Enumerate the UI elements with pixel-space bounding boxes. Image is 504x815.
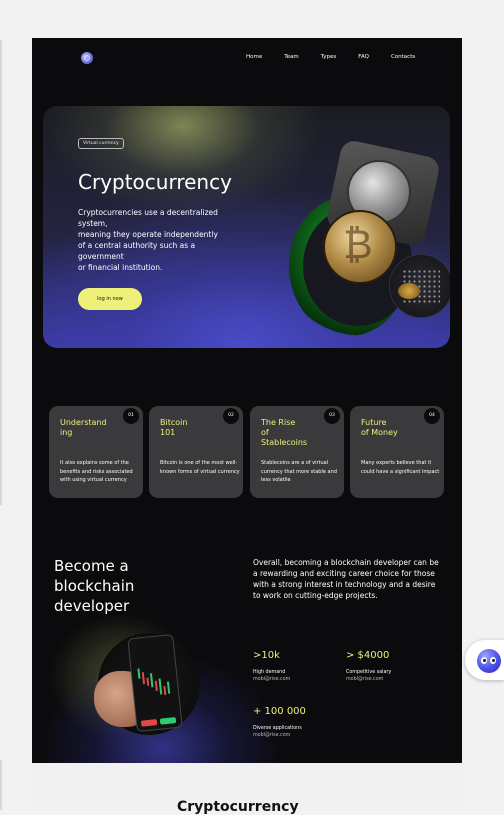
- nav-links: Home Team Types FAQ Contacts: [246, 54, 437, 60]
- crypto-coins-illustration: ₿: [279, 136, 450, 336]
- card-text: Stablecoins are a of virtual currency th…: [261, 460, 337, 483]
- buy-button-icon: [159, 717, 177, 725]
- next-section-title: Cryptocurrency: [177, 799, 299, 815]
- developer-title-line: blockchain: [54, 577, 135, 595]
- left-edge-divider-lower: [0, 760, 2, 810]
- card-number-badge: 04: [424, 408, 440, 424]
- candle-mark: [154, 680, 158, 691]
- card-text: Bitcoin is one of the most well-known fo…: [160, 460, 240, 475]
- developer-title-line: developer: [54, 597, 130, 615]
- stat-diverse-applications: + 100 000 Diverse applications mobl@rise…: [253, 706, 306, 738]
- stat-label: High demand: [253, 670, 286, 675]
- card-number-badge: 02: [223, 408, 239, 424]
- info-card-understanding[interactable]: 01 Understand ing It also explains some …: [49, 406, 143, 498]
- assistant-widget-button[interactable]: [465, 640, 504, 680]
- hero-description: Cryptocurrencies use a decentralized sys…: [78, 207, 243, 273]
- hero-title: Cryptocurrency: [78, 170, 232, 194]
- gold-coins-icon: [398, 283, 420, 299]
- info-cards: 01 Understand ing It also explains some …: [49, 406, 449, 498]
- hero-section: Virtual currency Cryptocurrency Cryptocu…: [43, 106, 450, 348]
- stat-email-link[interactable]: mobl@rise.com: [253, 733, 306, 738]
- card-title: Understand ing: [60, 418, 107, 437]
- top-nav: Home Team Types FAQ Contacts: [32, 38, 462, 78]
- candle-mark: [158, 678, 163, 695]
- card-title: Future of Money: [361, 418, 398, 437]
- stat-label: Competitive salary: [346, 670, 392, 675]
- candle-mark: [141, 672, 146, 685]
- candle-mark: [166, 681, 171, 694]
- trading-phone-image: [127, 633, 183, 733]
- hero-description-line: of a central authority such as a governm…: [78, 241, 196, 261]
- stat-high-demand: >10k High demand mobl@rise.com: [253, 650, 290, 682]
- info-card-future[interactable]: 04 Future of Money Many experts believe …: [350, 406, 444, 498]
- stat-value: + 100 000: [253, 706, 306, 717]
- card-number-badge: 03: [324, 408, 340, 424]
- left-edge-divider: [0, 40, 2, 505]
- stat-email-link[interactable]: mobl@rise.com: [346, 677, 391, 682]
- stat-value: > $4000: [346, 650, 390, 661]
- stat-value: >10k: [253, 650, 280, 661]
- card-title: Bitcoin 101: [160, 418, 188, 437]
- info-card-stablecoins[interactable]: 03 The Rise of Stablecoins Stablecoins a…: [250, 406, 344, 498]
- candle-mark: [146, 677, 150, 686]
- candle-mark: [163, 685, 167, 696]
- nav-link-types[interactable]: Types: [321, 54, 337, 60]
- card-text: Many experts believe that it could have …: [361, 460, 440, 475]
- hero-description-line: or financial institution.: [78, 263, 163, 272]
- stat-competitive-salary: > $4000 Competitive salary mobl@rise.com: [346, 650, 391, 682]
- candle-mark: [137, 668, 141, 679]
- hero-description-line: meaning they operate independently: [78, 230, 218, 239]
- circuit-chip-icon: [389, 254, 450, 318]
- nav-link-contacts[interactable]: Contacts: [391, 54, 415, 60]
- card-title: The Rise of Stablecoins: [261, 418, 308, 447]
- candle-mark: [149, 673, 154, 688]
- hero-description-line: Cryptocurrencies use a decentralized sys…: [78, 208, 218, 228]
- assistant-eye-icon: [481, 657, 487, 664]
- landing-page: Home Team Types FAQ Contacts Virtual cur…: [32, 38, 462, 763]
- login-button[interactable]: log in now: [78, 288, 142, 310]
- next-section: Cryptocurrency: [32, 763, 462, 815]
- stat-email-link[interactable]: mobl@rise.com: [253, 677, 290, 682]
- hero-badge: Virtual currency: [78, 138, 124, 149]
- bitcoin-symbol-icon: ₿: [343, 222, 373, 268]
- card-text: It also explains some of the benefits an…: [60, 460, 133, 483]
- developer-description: Overall, becoming a blockchain developer…: [253, 558, 439, 600]
- assistant-eye-icon: [490, 657, 496, 664]
- nav-link-faq[interactable]: FAQ: [358, 54, 369, 60]
- bitcoin-coin-icon: ₿: [323, 210, 397, 284]
- stat-label: Diverse applications: [253, 726, 302, 731]
- sell-button-icon: [140, 719, 158, 727]
- developer-title: Become a blockchain developer: [54, 556, 134, 616]
- info-card-bitcoin[interactable]: 02 Bitcoin 101 Bitcoin is one of the mos…: [149, 406, 243, 498]
- assistant-face-icon: [477, 649, 501, 673]
- card-number-badge: 01: [123, 408, 139, 424]
- logo-icon[interactable]: [81, 52, 93, 64]
- nav-link-home[interactable]: Home: [246, 54, 262, 60]
- developer-title-line: Become a: [54, 557, 129, 575]
- nav-link-team[interactable]: Team: [284, 54, 299, 60]
